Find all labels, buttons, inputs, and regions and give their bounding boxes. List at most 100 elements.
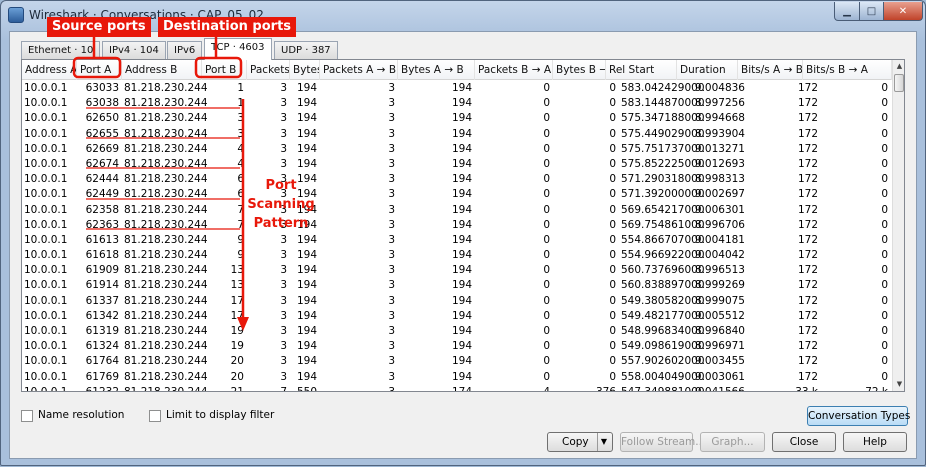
table-row[interactable]: 10.0.0.1 61769 81.218.230.244 20 3 194 3 194 0 0 5… [22,370,892,385]
table-row[interactable]: 10.0.0.1 62674 81.218.230.244 4 3 194 3 194 0 0 57… [22,157,892,172]
cell-bytes: 550 [296,385,317,392]
close-button[interactable]: Close [772,432,836,452]
table-row[interactable]: 10.0.0.1 61232 81.218.230.244 21 7 550 3 174 4 37… [22,385,892,392]
table-row[interactable]: 10.0.0.1 62449 81.218.230.244 6 3 194 3 194 0 0 57… [22,187,892,202]
scrollbar-thumb[interactable] [894,74,904,92]
cell-rel-start: 554.966922000 [621,249,705,262]
column-header-packets-a-b[interactable]: Packets A → B [320,60,398,80]
scroll-down-icon[interactable]: ▼ [893,378,904,391]
cell-address-b: 81.218.230.244 [124,157,208,170]
scroll-up-icon[interactable]: ▲ [893,60,904,73]
conversations-table[interactable]: Address A Port A Address B Port B Packets Byt… [21,59,905,392]
cell-rel-start: 583.042429000 [621,82,705,94]
maximize-button[interactable]: □ [859,2,884,21]
cell-bytes: 194 [296,233,317,246]
limit-filter-checkbox[interactable] [149,410,161,422]
cell-bytes: 194 [296,355,317,368]
cell-address-a: 10.0.0.1 [24,340,68,353]
column-header-address-a[interactable]: Address A [22,60,77,80]
close-window-button[interactable]: ✕ [883,2,923,21]
tab-ipv4[interactable]: IPv4 · 104 [102,41,166,59]
conversation-types-button[interactable]: Conversation Types [807,406,910,426]
column-header-port-a[interactable]: Port A [77,60,122,80]
cell-address-b: 81.218.230.244 [124,309,208,322]
cell-bytes-a-b: 194 [451,233,472,246]
follow-stream-button[interactable]: Follow Stream... [620,432,705,452]
table-row[interactable]: 10.0.0.1 61324 81.218.230.244 19 3 194 3 194 0 0 5… [22,339,892,354]
name-resolution-checkbox[interactable] [21,410,33,422]
table-row[interactable]: 10.0.0.1 62444 81.218.230.244 6 3 194 3 194 0 0 57… [22,172,892,187]
cell-port-b: 7 [237,218,244,231]
table-row[interactable]: 10.0.0.1 61909 81.218.230.244 13 3 194 3 194 0 0 5… [22,263,892,278]
cell-bits-a-b: 172 [797,218,818,231]
table-row[interactable]: 10.0.0.1 61613 81.218.230.244 9 3 194 3 194 0 0 55… [22,233,892,248]
column-header-rel-start[interactable]: Rel Start [606,60,677,80]
table-row[interactable]: 10.0.0.1 62650 81.218.230.244 3 3 194 3 194 0 0 57… [22,111,892,126]
help-button[interactable]: Help [843,432,907,452]
table-row[interactable]: 10.0.0.1 62363 81.218.230.244 7 3 194 3 194 0 0 56… [22,218,892,233]
table-row[interactable]: 10.0.0.1 61618 81.218.230.244 9 3 194 3 194 0 0 55… [22,248,892,263]
minimize-icon: ▁ [843,5,851,17]
column-header-bytes-a-b[interactable]: Bytes A → B [398,60,475,80]
column-header-bytes[interactable]: Bytes [290,60,320,80]
cell-bytes-b-a: 0 [609,97,616,110]
cell-address-b: 81.218.230.244 [124,173,208,186]
cell-packets-a-b: 3 [388,385,395,392]
table-row[interactable]: 10.0.0.1 61337 81.218.230.244 17 3 194 3 194 0 0 5… [22,294,892,309]
cell-bytes-a-b: 194 [451,309,472,322]
tab-ipv6[interactable]: IPv6 [167,41,203,59]
cell-bits-b-a: 0 [881,370,888,383]
vertical-scrollbar[interactable]: ▲ ▼ [892,60,904,391]
cell-bytes-a-b: 194 [451,173,472,186]
table-row[interactable]: 10.0.0.1 61914 81.218.230.244 13 3 194 3 194 0 0 5… [22,278,892,293]
column-header-packets-b-a[interactable]: Packets B → A [475,60,553,80]
cell-packets-b-a: 0 [543,127,550,140]
cell-packets: 3 [280,325,287,337]
table-row[interactable]: 10.0.0.1 61319 81.218.230.244 19 3 194 3 194 0 0 5… [22,324,892,339]
graph-button[interactable]: Graph... [700,432,765,452]
cell-duration: 9.004181 [694,233,745,246]
table-row[interactable]: 10.0.0.1 63033 81.218.230.244 1 3 194 3 194 0 0 58… [22,81,892,96]
cell-bytes: 194 [296,127,317,140]
table-row[interactable]: 10.0.0.1 62655 81.218.230.244 3 3 194 3 194 0 0 57… [22,127,892,142]
cell-packets-b-a: 0 [543,203,550,216]
cell-packets-b-a: 0 [543,294,550,307]
cell-rel-start: 549.380582000 [621,294,705,307]
cell-rel-start: 549.482177000 [621,309,705,322]
chevron-down-icon[interactable]: ▼ [597,433,610,451]
cell-bytes-a-b: 194 [451,340,472,353]
cell-bits-a-b: 172 [797,370,818,383]
column-header-bytes-b-a[interactable]: Bytes B → A [553,60,606,80]
limit-filter-label: Limit to display filter [166,409,275,421]
tab-ethernet[interactable]: Ethernet · 10 [21,41,101,59]
cell-port-a: 61769 [85,370,119,383]
column-header-bits-b-a[interactable]: Bits/s B → A [803,60,892,80]
table-row[interactable]: 10.0.0.1 62358 81.218.230.244 7 3 194 3 194 0 0 56… [22,203,892,218]
cell-bytes: 194 [296,157,317,170]
column-header-duration[interactable]: Duration [677,60,738,80]
column-header-address-b[interactable]: Address B [122,60,202,80]
table-row[interactable]: 10.0.0.1 61764 81.218.230.244 20 3 194 3 194 0 0 5… [22,354,892,369]
cell-packets: 3 [280,370,287,383]
cell-address-a: 10.0.0.1 [24,279,68,292]
cell-address-b: 81.218.230.244 [124,340,208,353]
cell-bits-b-a: 0 [881,157,888,170]
table-row[interactable]: 10.0.0.1 62669 81.218.230.244 4 3 194 3 194 0 0 57… [22,142,892,157]
cell-bytes-a-b: 194 [451,279,472,292]
table-row[interactable]: 10.0.0.1 63038 81.218.230.244 1 3 194 3 194 0 0 58… [22,96,892,111]
cell-bytes-b-a: 0 [609,355,616,368]
table-row[interactable]: 10.0.0.1 61342 81.218.230.244 17 3 194 3 194 0 0 5… [22,309,892,324]
column-header-port-b[interactable]: Port B [202,60,247,80]
cell-bits-b-a: 0 [881,173,888,186]
cell-rel-start: 560.737696000 [621,264,705,277]
cell-address-b: 81.218.230.244 [124,249,208,262]
column-header-packets[interactable]: Packets [247,60,290,80]
tab-udp[interactable]: UDP · 387 [274,41,338,59]
cell-bytes: 194 [296,249,317,262]
tab-tcp[interactable]: TCP · 4603 [204,38,272,60]
cell-port-b: 7 [237,203,244,216]
column-header-bits-a-b[interactable]: Bits/s A → B [738,60,803,80]
cell-address-a: 10.0.0.1 [24,385,68,392]
copy-button[interactable]: Copy ▼ [547,432,613,452]
minimize-button[interactable]: ▁ [834,2,860,21]
